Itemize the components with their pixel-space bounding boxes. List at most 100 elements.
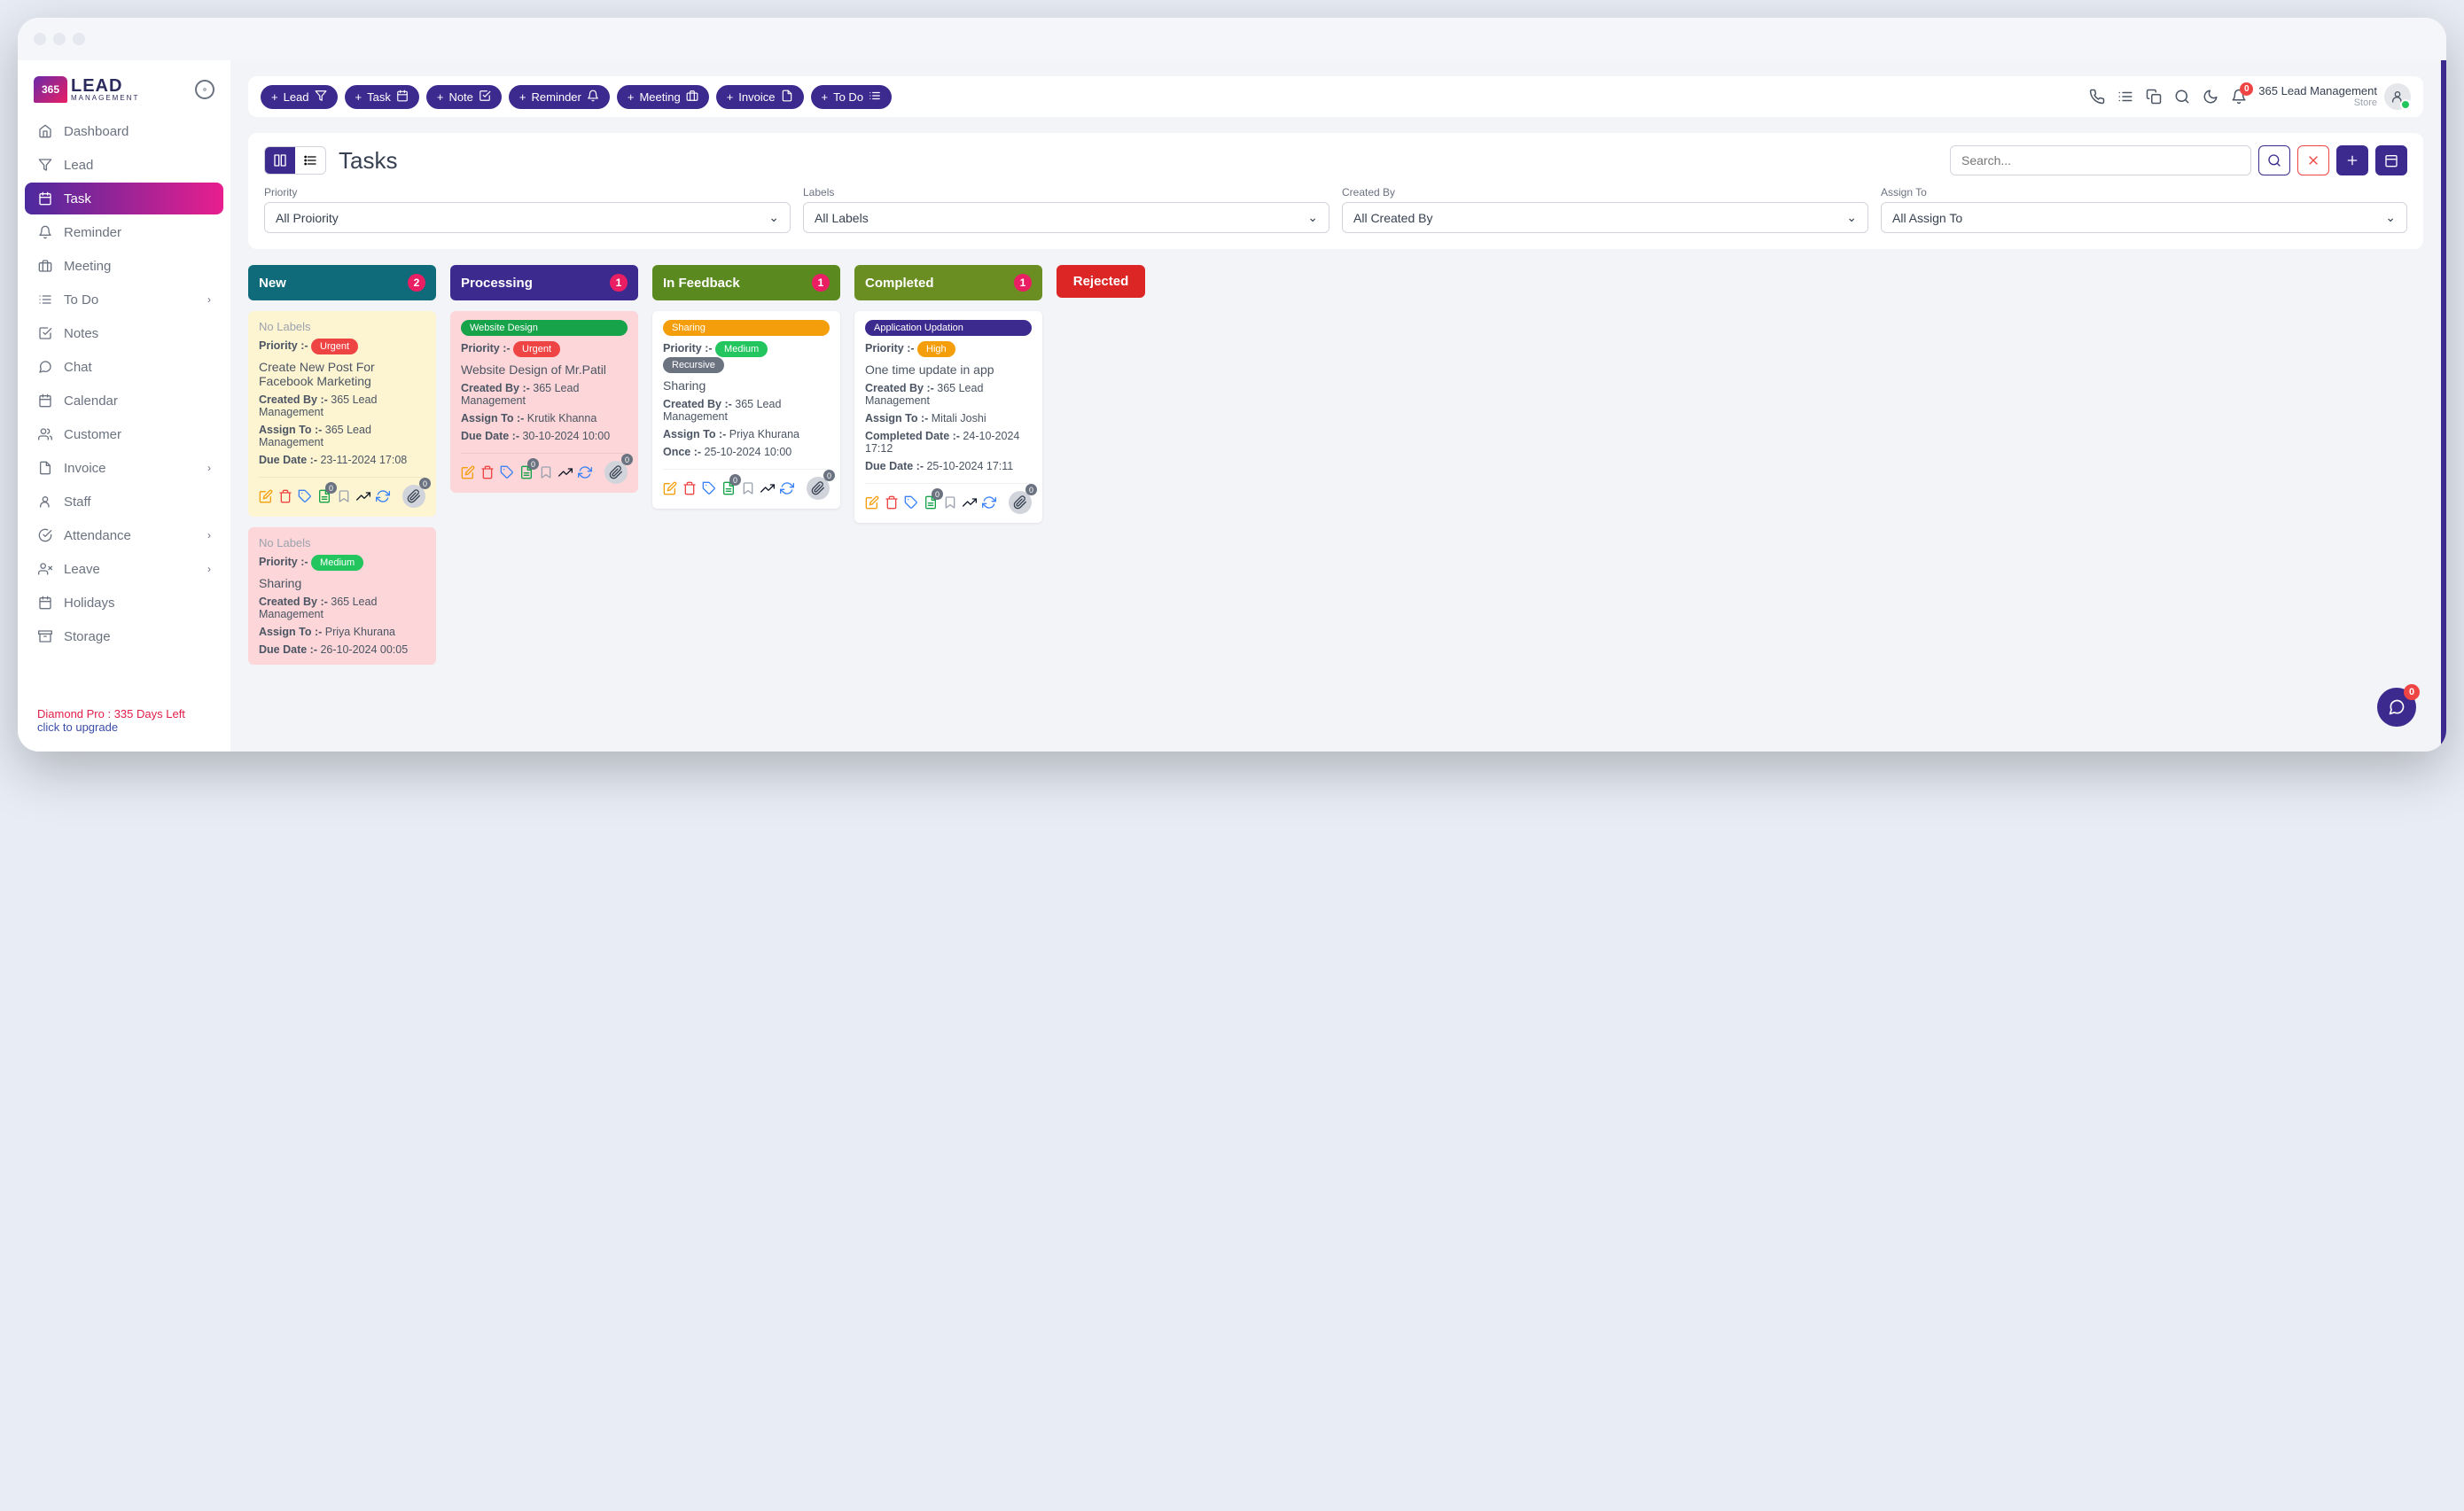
clear-button[interactable] xyxy=(2297,145,2329,175)
task-card[interactable]: Website DesignPriority :- UrgentWebsite … xyxy=(450,311,638,493)
due-row: Due Date :- 25-10-2024 17:11 xyxy=(865,460,1032,472)
phone-icon[interactable] xyxy=(2088,88,2106,105)
trash-icon[interactable] xyxy=(278,489,292,503)
sidebar-collapse-button[interactable] xyxy=(195,80,214,99)
refresh-icon[interactable] xyxy=(780,481,794,495)
column-header-processing[interactable]: Processing 1 xyxy=(450,265,638,300)
trend-icon[interactable] xyxy=(760,481,775,495)
attachment-icon[interactable]: 0 xyxy=(402,485,425,508)
column-header-rejected[interactable]: Rejected xyxy=(1057,265,1145,298)
note-count: 0 xyxy=(729,474,741,486)
sidebar-item-chat[interactable]: Chat xyxy=(25,351,223,383)
bookmark-icon[interactable] xyxy=(539,465,553,479)
trend-icon[interactable] xyxy=(558,465,573,479)
sidebar-item-dashboard[interactable]: Dashboard xyxy=(25,115,223,147)
copy-icon[interactable] xyxy=(2145,88,2163,105)
priority-row: Priority :- High xyxy=(865,341,1032,357)
sidebar-item-invoice[interactable]: Invoice› xyxy=(25,452,223,484)
priority-tag: Medium xyxy=(715,341,768,357)
sidebar-item-lead[interactable]: Lead xyxy=(25,149,223,181)
sidebar-item-storage[interactable]: Storage xyxy=(25,620,223,652)
sidebar-item-calendar[interactable]: Calendar xyxy=(25,385,223,417)
trend-icon[interactable] xyxy=(963,495,977,510)
sidebar-item-reminder[interactable]: Reminder xyxy=(25,216,223,248)
tag-icon[interactable] xyxy=(904,495,918,510)
note-icon[interactable]: 0 xyxy=(519,465,534,479)
trash-icon[interactable] xyxy=(480,465,495,479)
list-icon[interactable] xyxy=(2117,88,2134,105)
bell-icon[interactable]: 0 xyxy=(2230,88,2248,105)
note-icon[interactable]: 0 xyxy=(721,481,736,495)
search-icon[interactable] xyxy=(2173,88,2191,105)
pill-meeting[interactable]: +Meeting xyxy=(617,85,709,109)
trend-icon[interactable] xyxy=(356,489,370,503)
traffic-max[interactable] xyxy=(73,33,85,45)
pill-lead[interactable]: +Lead xyxy=(261,85,338,109)
search-button[interactable] xyxy=(2258,145,2290,175)
edit-icon[interactable] xyxy=(259,489,273,503)
task-card[interactable]: No LabelsPriority :- MediumSharingCreate… xyxy=(248,527,436,665)
edit-icon[interactable] xyxy=(663,481,677,495)
add-button[interactable] xyxy=(2336,145,2368,175)
attachment-icon[interactable]: 0 xyxy=(807,477,830,500)
task-card[interactable]: Application UpdationPriority :- HighOne … xyxy=(854,311,1042,523)
column-header-completed[interactable]: Completed 1 xyxy=(854,265,1042,300)
column-title: Rejected xyxy=(1073,274,1129,289)
sidebar-item-meeting[interactable]: Meeting xyxy=(25,250,223,282)
pill-to-do[interactable]: +To Do xyxy=(811,85,893,109)
bookmark-icon[interactable] xyxy=(741,481,755,495)
attachment-icon[interactable]: 0 xyxy=(604,461,628,484)
pill-invoice[interactable]: +Invoice xyxy=(716,85,804,109)
chat-fab[interactable]: 0 xyxy=(2377,688,2416,727)
bookmark-icon[interactable] xyxy=(337,489,351,503)
moon-icon[interactable] xyxy=(2202,88,2219,105)
trash-icon[interactable] xyxy=(682,481,697,495)
refresh-icon[interactable] xyxy=(578,465,592,479)
user-menu[interactable]: 365 Lead Management Store xyxy=(2258,83,2411,110)
filter-select-assign-to[interactable]: All Assign To⌄ xyxy=(1881,202,2407,233)
priority-tag: High xyxy=(917,341,955,357)
sidebar-item-customer[interactable]: Customer xyxy=(25,418,223,450)
filter-select-created-by[interactable]: All Created By⌄ xyxy=(1342,202,1868,233)
task-card[interactable]: SharingPriority :- Medium RecursiveShari… xyxy=(652,311,840,509)
bookmark-icon[interactable] xyxy=(943,495,957,510)
trash-icon[interactable] xyxy=(885,495,899,510)
tag-icon[interactable] xyxy=(500,465,514,479)
edit-icon[interactable] xyxy=(461,465,475,479)
sidebar-item-leave[interactable]: Leave› xyxy=(25,553,223,585)
filter-select-labels[interactable]: All Labels⌄ xyxy=(803,202,1329,233)
traffic-min[interactable] xyxy=(53,33,66,45)
sidebar-item-attendance[interactable]: Attendance› xyxy=(25,519,223,551)
pill-reminder[interactable]: +Reminder xyxy=(509,85,610,109)
traffic-close[interactable] xyxy=(34,33,46,45)
list-view-button[interactable] xyxy=(295,147,325,174)
sidebar-item-staff[interactable]: Staff xyxy=(25,486,223,518)
sidebar-item-notes[interactable]: Notes xyxy=(25,317,223,349)
logo[interactable]: 365 LEAD MANAGEMENT xyxy=(34,76,139,103)
note-icon[interactable]: 0 xyxy=(924,495,938,510)
note-icon[interactable]: 0 xyxy=(317,489,331,503)
pill-note[interactable]: +Note xyxy=(426,85,502,109)
avatar[interactable] xyxy=(2384,83,2411,110)
column-header-new[interactable]: New 2 xyxy=(248,265,436,300)
tag-icon[interactable] xyxy=(702,481,716,495)
sidebar-item-to-do[interactable]: To Do› xyxy=(25,284,223,315)
card-title: Create New Post For Facebook Marketing xyxy=(259,360,425,388)
edit-icon[interactable] xyxy=(865,495,879,510)
refresh-icon[interactable] xyxy=(982,495,996,510)
sidebar-item-holidays[interactable]: Holidays xyxy=(25,587,223,619)
tag-icon[interactable] xyxy=(298,489,312,503)
pill-task[interactable]: +Task xyxy=(345,85,419,109)
search-input[interactable] xyxy=(1950,145,2251,175)
upgrade-link[interactable]: click to upgrade xyxy=(37,720,211,734)
select-value: All Created By xyxy=(1353,211,1432,225)
calendar-button[interactable] xyxy=(2375,145,2407,175)
board-view-button[interactable] xyxy=(265,147,295,174)
assign-row: Assign To :- Krutik Khanna xyxy=(461,412,628,424)
attachment-icon[interactable]: 0 xyxy=(1009,491,1032,514)
column-header-feedback[interactable]: In Feedback 1 xyxy=(652,265,840,300)
sidebar-item-task[interactable]: Task xyxy=(25,183,223,214)
refresh-icon[interactable] xyxy=(376,489,390,503)
task-card[interactable]: No LabelsPriority :- UrgentCreate New Po… xyxy=(248,311,436,517)
filter-select-priority[interactable]: All Proiority⌄ xyxy=(264,202,791,233)
